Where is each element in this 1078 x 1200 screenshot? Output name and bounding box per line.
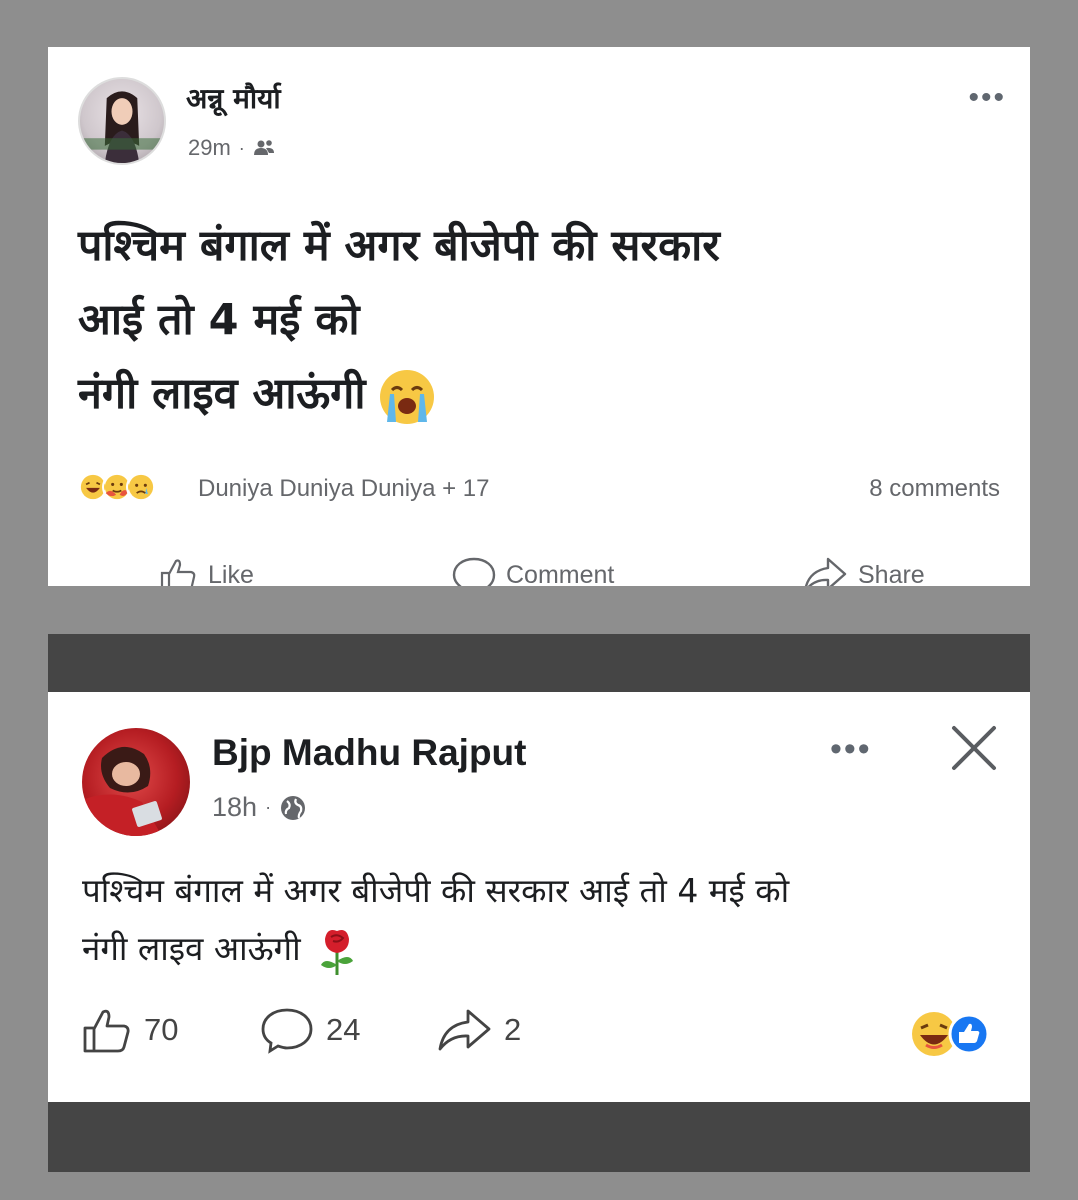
reaction-names[interactable]: Duniya Duniya Duniya + 17 — [198, 475, 490, 503]
like-reaction-icon — [948, 1013, 990, 1055]
post-text-line-with-emoji: नंगी लाइव आऊंगी — [78, 357, 978, 431]
comment-icon — [261, 1008, 313, 1054]
avatar-photo — [80, 91, 164, 163]
post-text-line-with-emoji: नंगी लाइव आऊंगी — [82, 920, 1002, 978]
thumbs-up-icon — [160, 559, 196, 586]
post-text-line: पश्चिम बंगाल में अगर बीजेपी की सरकार आई … — [82, 871, 790, 910]
post-text-line: आई तो 4 मई को — [78, 295, 360, 345]
thumbs-up-icon — [83, 1009, 130, 1053]
meta-separator: · — [238, 137, 245, 158]
divider-band — [48, 1102, 1030, 1172]
likes-count: 70 — [144, 1012, 179, 1047]
meta-separator: · — [265, 797, 272, 817]
comments-count: 24 — [326, 1012, 361, 1047]
post-text-line: पश्चिम बंगाल में अगर बीजेपी की सरकार — [78, 221, 720, 271]
share-icon — [804, 557, 847, 586]
reaction-icons[interactable] — [78, 472, 156, 502]
share-icon — [438, 1009, 491, 1051]
avatar[interactable] — [78, 77, 166, 165]
shares-stat[interactable]: 2 — [436, 1006, 521, 1054]
post-time[interactable]: 18h — [212, 792, 257, 823]
reaction-icons[interactable] — [910, 1010, 990, 1058]
like-button[interactable]: Like — [158, 555, 254, 586]
crying-face-emoji-icon — [379, 369, 434, 424]
post-meta: 18h · — [212, 792, 307, 823]
avatar[interactable] — [82, 728, 190, 836]
comment-icon — [452, 557, 496, 586]
rose-emoji-icon — [320, 929, 353, 975]
post-text: पश्चिम बंगाल में अगर बीजेपी की सरकार आई … — [82, 862, 1002, 978]
post-text: पश्चिम बंगाल में अगर बीजेपी की सरकार आई … — [78, 209, 978, 431]
more-options-button[interactable]: ••• — [830, 732, 872, 766]
divider-band — [48, 634, 1030, 692]
share-button[interactable]: Share — [802, 555, 925, 586]
post-card-1: अन्नू मौर्या 29m · ••• पश्चिम बंगाल में … — [48, 47, 1030, 586]
post-card-2: Bjp Madhu Rajput 18h · ••• पश्चिम बंगाल … — [48, 692, 1030, 1102]
author-name[interactable]: अन्नू मौर्या — [186, 79, 281, 117]
comment-label: Comment — [506, 560, 615, 587]
sad-reaction-icon — [126, 472, 156, 502]
more-options-button[interactable]: ••• — [968, 83, 1006, 113]
post-text-line: नंगी लाइव आऊंगी — [78, 369, 366, 419]
post-meta: 29m · — [188, 135, 275, 161]
likes-stat[interactable]: 70 — [82, 1006, 178, 1054]
post-time[interactable]: 29m — [188, 135, 231, 161]
comments-stat[interactable]: 24 — [260, 1006, 360, 1054]
close-icon[interactable] — [948, 722, 1000, 774]
comment-button[interactable]: Comment — [452, 555, 614, 586]
comments-count[interactable]: 8 comments — [869, 475, 1000, 503]
friends-icon — [253, 140, 274, 155]
post-text-line: नंगी लाइव आऊंगी — [82, 929, 301, 968]
author-name[interactable]: Bjp Madhu Rajput — [212, 732, 526, 774]
globe-icon — [281, 795, 306, 820]
avatar-photo — [82, 746, 162, 836]
like-label: Like — [208, 560, 254, 587]
shares-count: 2 — [504, 1012, 522, 1047]
share-label: Share — [858, 560, 925, 587]
